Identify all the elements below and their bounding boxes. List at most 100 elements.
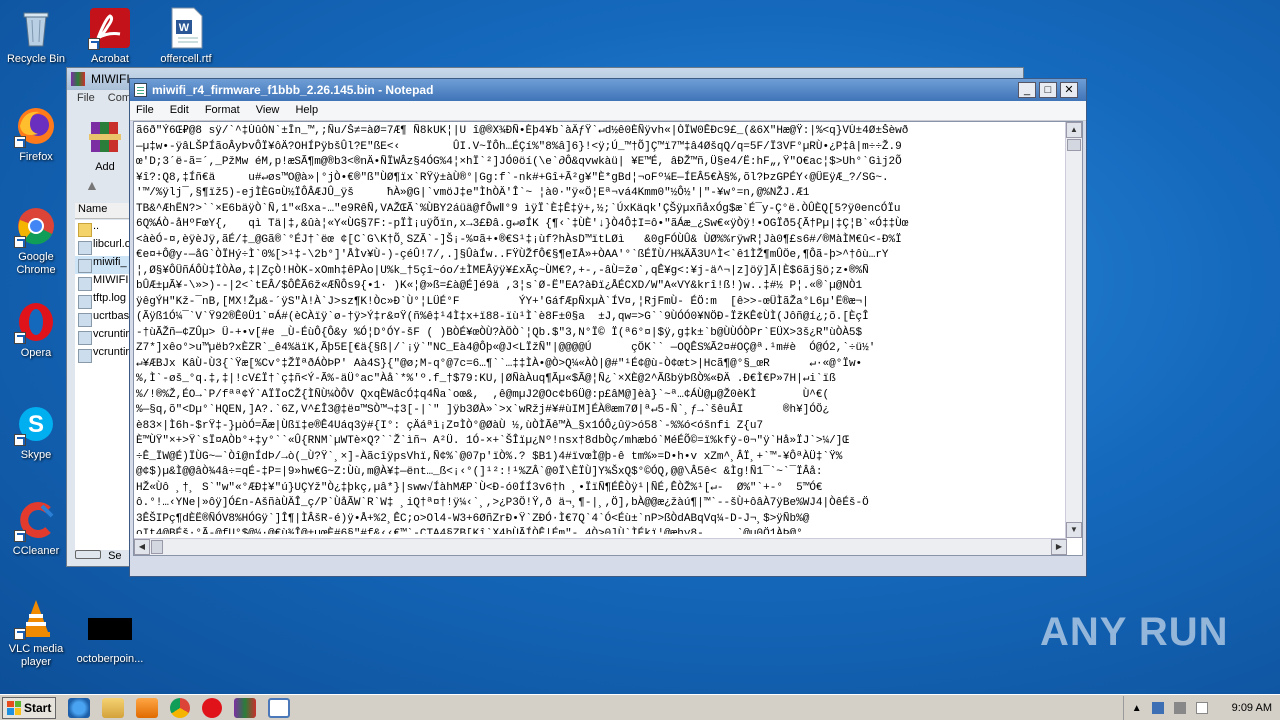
text-line: TB&^ÆhËN?>``×E6bäÿÒ`Ñ,1"«ßxa-…"e9RêÑ,VAŽ…: [136, 202, 901, 215]
octoberpoint-file-shortcut[interactable]: octoberpoin...: [74, 606, 146, 666]
text-line: œ'D;3´ë-ã=´,_PžMw éM,p!æSÃ¶m@®b3<®nÄ•ÑÏW…: [136, 156, 902, 168]
chrome-shortcut[interactable]: Google Chrome: [0, 204, 72, 277]
list-item[interactable]: vcruntir: [75, 328, 133, 346]
taskbar-clock[interactable]: 9:09 AM: [1232, 702, 1272, 714]
internet-explorer-icon[interactable]: [68, 697, 90, 718]
winrar-status-text: Se: [108, 550, 122, 562]
scroll-left-arrow-icon[interactable]: ◀: [134, 539, 150, 555]
text-line: %/!®%Ž,ÉO→`P/fªª¢Ý`AÏÏoCŽ{ÌÑÙ¼ÒÔV QxqÈWâ…: [136, 388, 830, 401]
winrar-status-bar: Se: [75, 550, 133, 564]
notepad-title: miwifi_r4_firmware_f1bbb_2.26.145.bin - …: [152, 83, 434, 97]
text-line: 6Q%ÁÒ-åHºFœY{, qì Tä|‡,&ûà¦«Y«ÙG§7F:-pÏÌ…: [136, 218, 909, 230]
winrar-title: MIWIFI: [91, 72, 130, 86]
octoberpoint-file-label: octoberpoin...: [76, 653, 144, 665]
text-line: Z7*]xêo°>u™µëb?xÈZR`_ê4%äïK,Ãþ5E[€ä{§ß|/…: [136, 342, 876, 354]
svg-text:W: W: [179, 22, 190, 34]
text-line: ↵¥ÆBJx KâÙ-Ù3{`Ÿæ[%Cv°‡ŽÏªðÁÒÞP' Aà4S}{"…: [136, 357, 863, 370]
rtf-file-shortcut[interactable]: W offercell.rtf: [150, 6, 222, 66]
notepad-menubar: File Edit Format View Help: [130, 101, 1086, 121]
vertical-scroll-thumb[interactable]: [1067, 139, 1081, 151]
recycle-bin-shortcut[interactable]: Recycle Bin: [0, 6, 72, 66]
winrar-name-column-header[interactable]: Name: [75, 203, 133, 219]
list-item[interactable]: vcruntir: [75, 346, 133, 364]
add-archive-icon: [89, 122, 121, 152]
skype-shortcut[interactable]: S Skype: [0, 402, 72, 462]
windows-logo-icon: [7, 700, 21, 715]
text-line: @¢$)µ&Ì@@âÒ¾4â÷=qÉ-‡P=|9»hw€G~Z:Ùù,m@À¥‡…: [136, 466, 823, 478]
chrome-label: Google Chrome: [16, 251, 56, 276]
vertical-scrollbar[interactable]: ▲ ▼: [1065, 122, 1082, 538]
show-hidden-icons-icon[interactable]: ▲: [1132, 703, 1142, 714]
scroll-up-arrow-icon[interactable]: ▲: [1066, 122, 1082, 138]
vlc-icon: [14, 596, 58, 640]
ccleaner-label: CCleaner: [12, 545, 60, 557]
scroll-down-arrow-icon[interactable]: ▼: [1066, 522, 1082, 538]
list-item[interactable]: ucrtbas: [75, 310, 133, 328]
network-icon[interactable]: [1151, 702, 1164, 714]
winrar-app-icon: [71, 72, 85, 86]
text-line: %—§q,õ"<Dµ°`HQEN,]A?.`6Z,V^£Î3@‡ë¤™SÒ™¬‡…: [136, 404, 830, 416]
winrar-taskbar-icon[interactable]: [234, 697, 256, 718]
list-item[interactable]: ..: [75, 220, 133, 238]
winrar-menu-commands[interactable]: Com: [108, 92, 131, 104]
notepad-text-area[interactable]: ã6ð"Ý6Œ₽@8 sÿ/`^‡ÙûÒN`±Īn_™,;Ñu/Š≠=àØ=7Æ…: [133, 121, 1083, 556]
text-line: bÛÆ±µÃ¥-\»>)--|2<`tEÂ/$ÔÊÃ6ž«ÆÑÔs9{•1· )…: [136, 280, 863, 292]
firefox-shortcut[interactable]: Firefox: [0, 104, 72, 164]
start-label: Start: [24, 700, 52, 715]
text-line: ÿêgÝH"Kž-¯nB,[MX!Žµ&-´ÿS"À!À`J>sz¶K!Òc»Ð…: [136, 295, 869, 308]
text-line: HŽ«Ùô ¸†¸ S`"w"«°ÆÐ‡¥"ú}UÇYž"Ò¿‡þkç,µâ*}…: [136, 481, 823, 494]
maximize-button[interactable]: □: [1039, 82, 1057, 98]
vlc-shortcut[interactable]: VLC media player: [0, 596, 72, 669]
minimize-button[interactable]: _: [1018, 82, 1036, 98]
action-center-flag-icon[interactable]: [1195, 702, 1208, 714]
text-line: %,Ì`-øš_°q.‡,‡|!cV£Ï†`ç‡ñ<Ý-Ã%-äÜ°ac"Àå`…: [136, 373, 836, 385]
scroll-right-arrow-icon[interactable]: ▶: [1051, 539, 1067, 555]
text-line: ÷Ê_ÏW@É)ÏÙG~—`Òî@nÍdÞ/→ò(_Ù?Ÿ`¸×]-Àãcîÿp…: [136, 450, 843, 463]
opera-shortcut[interactable]: Opera: [0, 300, 72, 360]
notepad-titlebar[interactable]: miwifi_r4_firmware_f1bbb_2.26.145.bin - …: [130, 79, 1086, 101]
text-line: €e¤+Ô@y-—åG`ÒÏHý÷Ì`0%[>¹‡-\2b°]'ÅÌv¥Ù-)-…: [136, 249, 889, 261]
binary-content-text[interactable]: ã6ð"Ý6Œ₽@8 sÿ/`^‡ÙûÒN`±Īn_™,;Ñu/Š≠=àØ=7Æ…: [136, 124, 1061, 534]
close-button[interactable]: ✕: [1060, 82, 1078, 98]
text-line: ¦,Ø§¥ÔÜñÁÔÙ‡ÏÒÀø,‡|ZçÒ!HÒK-xOmh‡êPÀo|U%k…: [136, 264, 869, 277]
list-item[interactable]: MIWIFI: [75, 274, 133, 292]
text-line: è83×|Ì6h-$rŸ‡-}µòÓ=Ãæ|Ùßï‡e®Ê4Uáq3ÿ#{I°:…: [136, 419, 764, 432]
acrobat-icon: [88, 6, 132, 50]
text-line: '™/%ÿlj¯,§¶ïž5)-ejÌÈG¤Ù½ÏÔÂÆJÛ_ÿš ħÀ»@G|…: [136, 187, 810, 199]
notepad-window[interactable]: miwifi_r4_firmware_f1bbb_2.26.145.bin - …: [129, 78, 1087, 577]
list-item[interactable]: tftp.log: [75, 292, 133, 310]
file-explorer-icon[interactable]: [102, 697, 124, 718]
chrome-taskbar-icon[interactable]: [170, 697, 190, 718]
word-document-icon: W: [164, 6, 208, 50]
menu-edit[interactable]: Edit: [170, 104, 189, 116]
drive-icon: [75, 550, 101, 559]
horizontal-scroll-thumb[interactable]: [151, 540, 163, 554]
up-arrow-icon[interactable]: ▲: [75, 177, 135, 193]
menu-format[interactable]: Format: [205, 104, 240, 116]
horizontal-scrollbar[interactable]: ◀ ▶: [134, 538, 1067, 555]
black-thumbnail-icon: [88, 606, 132, 650]
vlc-label: VLC media player: [8, 643, 64, 668]
notepad-app-icon: [134, 83, 147, 97]
menu-help[interactable]: Help: [295, 104, 318, 116]
text-line: (Ãÿß1Ó¼¯`V`Ÿ92®Ê0Ü1`¤Á#(èCÀïÿ`ø-†ÿ>Ý‡r&¤…: [136, 311, 869, 323]
acrobat-label: Acrobat: [91, 53, 129, 65]
winrar-add-button[interactable]: Add ▲: [75, 114, 135, 193]
opera-taskbar-icon[interactable]: [202, 697, 222, 718]
chrome-icon: [14, 204, 58, 248]
acrobat-shortcut[interactable]: Acrobat: [74, 6, 146, 66]
menu-view[interactable]: View: [256, 104, 280, 116]
speaker-icon[interactable]: [1173, 702, 1186, 714]
list-item[interactable]: libcurl.o: [75, 238, 133, 256]
firefox-icon: [14, 104, 58, 148]
winrar-menu-file[interactable]: File: [77, 92, 95, 104]
skype-label: Skype: [20, 449, 52, 461]
menu-file[interactable]: File: [136, 104, 154, 116]
start-button[interactable]: Start: [2, 696, 56, 719]
ccleaner-shortcut[interactable]: CCleaner: [0, 498, 72, 558]
list-item[interactable]: miwifi_: [75, 256, 133, 274]
recycle-bin-icon: [14, 6, 58, 50]
media-player-icon[interactable]: [136, 697, 158, 718]
skype-icon: S: [14, 402, 58, 446]
notepad-taskbar-icon[interactable]: [268, 697, 290, 718]
